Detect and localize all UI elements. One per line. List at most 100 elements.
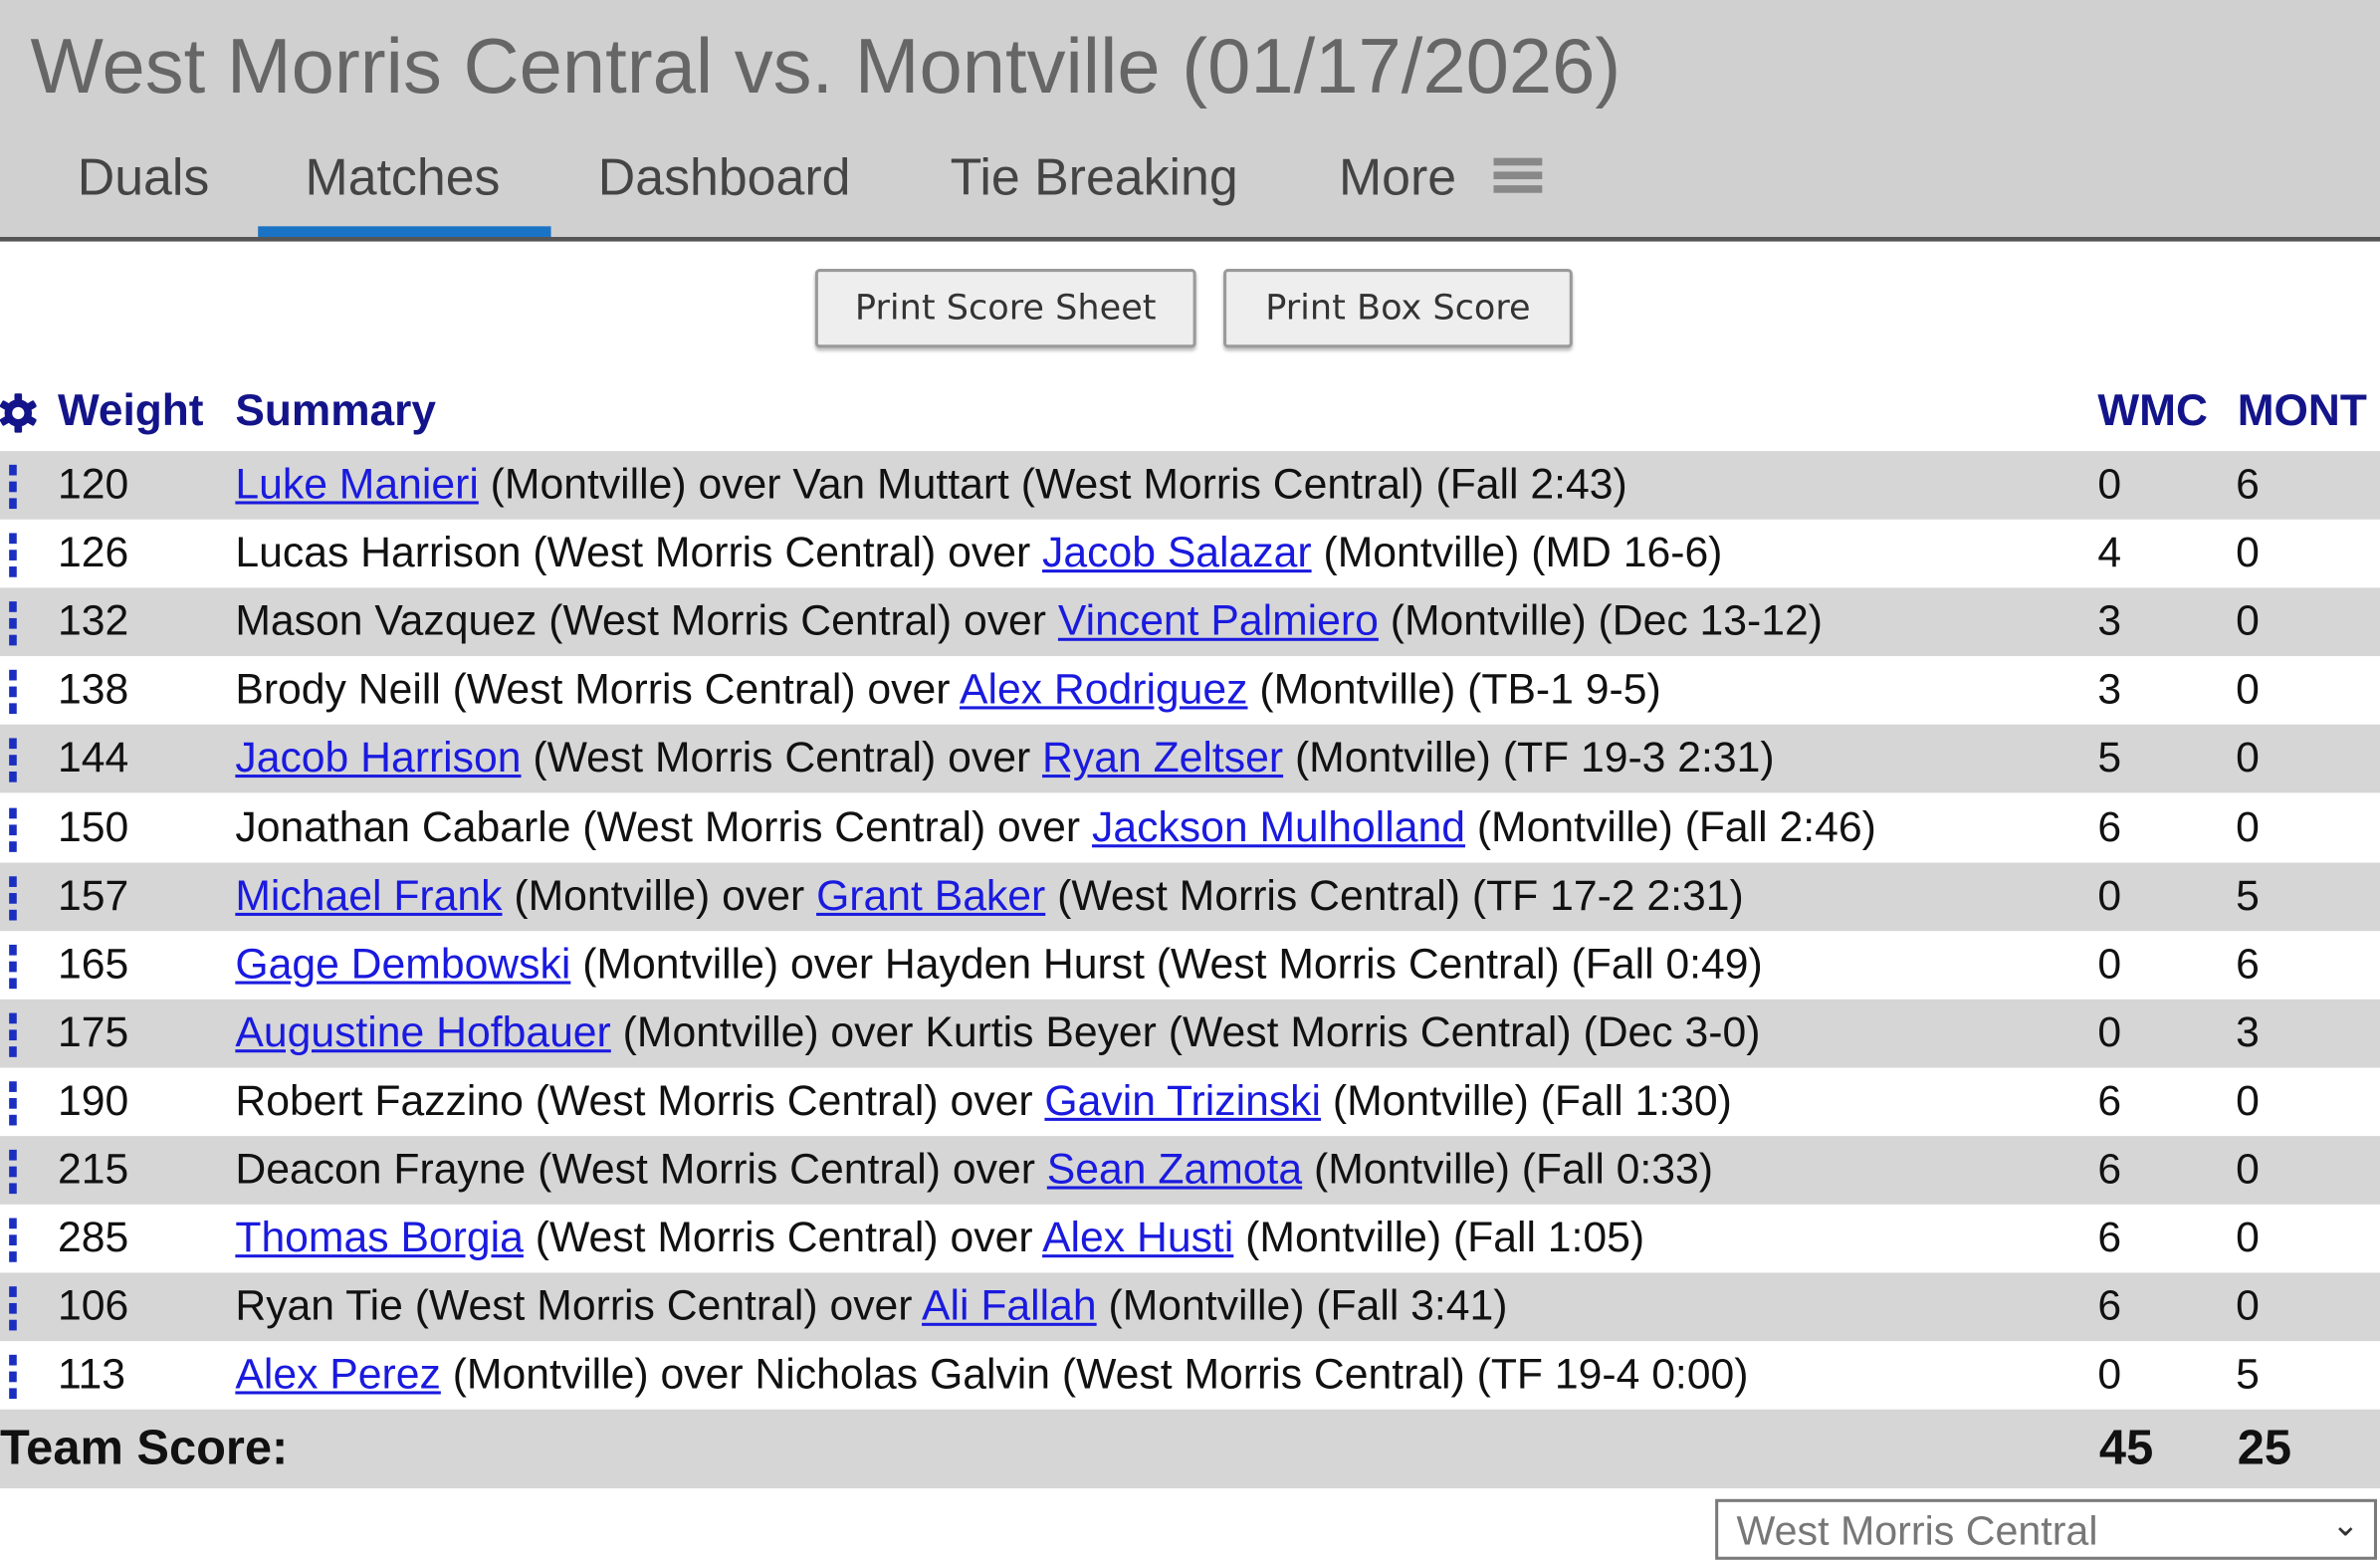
summary-cell: Luke Manieri (Montville) over Van Muttar…	[235, 460, 1626, 509]
vertical-dots-icon[interactable]	[9, 1012, 18, 1058]
summary-text: (Montville) (Fall 3:41)	[1096, 1281, 1508, 1330]
vertical-dots-icon[interactable]	[9, 1355, 18, 1401]
wrestler-link[interactable]: Alex Husti	[1042, 1214, 1233, 1260]
summary-text: (West Morris Central) (TF 17-2 2:31)	[1045, 871, 1744, 919]
summary-text: (West Morris Central) over	[523, 1214, 1043, 1261]
wrestler-link[interactable]: Jacob Salazar	[1042, 529, 1312, 575]
table-row: 150 Jonathan Cabarle (West Morris Central…	[0, 793, 2380, 862]
vertical-dots-icon[interactable]	[9, 875, 18, 922]
weight-cell: 106	[57, 1281, 129, 1330]
summary-cell: Ryan Tie (West Morris Central) over Ali …	[235, 1282, 1507, 1331]
weight-cell: 165	[57, 939, 129, 988]
summary-cell: Robert Fazzino (West Morris Central) ove…	[235, 1076, 1732, 1125]
summary-text: Lucas Harrison (West Morris Central) ove…	[235, 529, 1043, 576]
wmc-points-cell: 6	[2097, 1145, 2122, 1193]
mont-points-cell: 0	[2236, 802, 2260, 850]
weight-cell: 175	[57, 1007, 129, 1055]
print-box-score-button[interactable]: Print Box Score	[1223, 269, 1573, 348]
vertical-dots-icon[interactable]	[9, 806, 18, 853]
summary-text: (Montville) (Dec 13-12)	[1378, 596, 1823, 645]
tab-duals[interactable]: Duals	[78, 149, 210, 208]
tab-more[interactable]: More	[1339, 149, 1456, 208]
wrestler-link[interactable]: Sean Zamota	[1047, 1145, 1302, 1192]
weight-cell: 215	[57, 1145, 129, 1193]
table-row: 126 Lucas Harrison (West Morris Central) …	[0, 520, 2380, 588]
wrestler-link[interactable]: Augustine Hofbauer	[235, 1008, 610, 1055]
wrestler-link[interactable]: Grant Baker	[816, 871, 1045, 918]
weight-cell: 150	[57, 802, 129, 850]
summary-cell: Brody Neill (West Morris Central) over A…	[235, 666, 1660, 715]
table-row: 132 Mason Vazquez (West Morris Central) o…	[0, 587, 2380, 657]
wrestler-link[interactable]: Alex Rodriguez	[960, 666, 1248, 713]
mont-points-cell: 0	[2236, 596, 2260, 645]
page-title: West Morris Central vs. Montville (01/17…	[30, 22, 1622, 110]
vertical-dots-icon[interactable]	[9, 533, 18, 579]
vertical-dots-icon[interactable]	[9, 464, 18, 511]
wrestler-link[interactable]: Jacob Harrison	[235, 734, 521, 780]
vertical-dots-icon[interactable]	[9, 1149, 18, 1196]
wmc-points-cell: 3	[2097, 596, 2122, 645]
table-row: 165 Gage Dembowski (Montville) over Hayde…	[0, 931, 2380, 1000]
wrestler-link[interactable]: Gavin Trizinski	[1044, 1076, 1321, 1123]
mont-points-cell: 0	[2236, 1145, 2260, 1193]
wmc-points-cell: 5	[2097, 734, 2122, 781]
column-header-wmc: WMC	[2097, 387, 2208, 436]
weight-cell: 138	[57, 665, 129, 713]
summary-text: (Montville) over Hayden Hurst (West Morr…	[570, 939, 1763, 988]
header-bar: West Morris Central vs. Montville (01/17…	[0, 0, 2380, 242]
weight-cell: 113	[57, 1350, 126, 1399]
wmc-points-cell: 6	[2097, 1214, 2122, 1261]
active-tab-indicator	[258, 226, 551, 237]
wmc-points-cell: 0	[2097, 460, 2122, 508]
wrestler-link[interactable]: Thomas Borgia	[235, 1214, 524, 1260]
team-score-label: Team Score:	[0, 1420, 289, 1475]
chevron-down-icon: ⌄	[2331, 1504, 2360, 1544]
table-row: 144 Jacob Harrison (West Morris Central) …	[0, 725, 2380, 793]
summary-text: Ryan Tie (West Morris Central) over	[235, 1281, 923, 1330]
summary-text: Deacon Frayne (West Morris Central) over	[235, 1145, 1047, 1193]
summary-text: (Montville) (TF 19-3 2:31)	[1283, 734, 1775, 781]
wrestler-link[interactable]: Michael Frank	[235, 871, 502, 918]
summary-cell: Jonathan Cabarle (West Morris Central) o…	[235, 802, 1875, 851]
wrestler-link[interactable]: Alex Perez	[235, 1351, 440, 1398]
table-row: 285 Thomas Borgia (West Morris Central) o…	[0, 1205, 2380, 1273]
vertical-dots-icon[interactable]	[9, 1218, 18, 1264]
wmc-points-cell: 6	[2097, 1281, 2122, 1330]
wrestler-link[interactable]: Vincent Palmiero	[1058, 597, 1379, 644]
weight-cell: 144	[57, 734, 129, 781]
table-row: 113 Alex Perez (Montville) over Nicholas …	[0, 1342, 2380, 1411]
vertical-dots-icon[interactable]	[9, 670, 18, 716]
wmc-points-cell: 6	[2097, 802, 2122, 850]
summary-text: Robert Fazzino (West Morris Central) ove…	[235, 1076, 1045, 1124]
wrestler-link[interactable]: Jackson Mulholland	[1092, 802, 1465, 849]
wmc-points-cell: 0	[2097, 939, 2122, 988]
wrestler-link[interactable]: Ryan Zeltser	[1042, 734, 1283, 780]
tab-tie-breaking[interactable]: Tie Breaking	[951, 149, 1238, 208]
gear-icon[interactable]	[0, 393, 37, 433]
summary-cell: Jacob Harrison (West Morris Central) ove…	[235, 734, 1774, 782]
vertical-dots-icon[interactable]	[9, 601, 18, 647]
vertical-dots-icon[interactable]	[9, 739, 18, 784]
print-score-sheet-button[interactable]: Print Score Sheet	[814, 269, 1196, 348]
team-select[interactable]: West Morris Central ⌄	[1715, 1498, 2377, 1560]
summary-text: Mason Vazquez (West Morris Central) over	[235, 596, 1058, 645]
wrestler-link[interactable]: Luke Manieri	[235, 460, 478, 507]
mont-points-cell: 0	[2236, 734, 2260, 781]
vertical-dots-icon[interactable]	[9, 1286, 18, 1332]
weight-cell: 157	[57, 871, 129, 919]
vertical-dots-icon[interactable]	[9, 1081, 18, 1127]
tab-matches[interactable]: Matches	[306, 149, 501, 208]
mont-points-cell: 6	[2236, 939, 2260, 988]
summary-cell: Thomas Borgia (West Morris Central) over…	[235, 1214, 1644, 1262]
vertical-dots-icon[interactable]	[9, 944, 18, 990]
mont-points-cell: 5	[2236, 1350, 2260, 1399]
tab-dashboard[interactable]: Dashboard	[598, 149, 851, 208]
summary-cell: Michael Frank (Montville) over Grant Bak…	[235, 871, 1743, 920]
summary-text: (Montville) (Fall 0:33)	[1302, 1145, 1713, 1193]
mont-points-cell: 3	[2236, 1007, 2260, 1055]
table-row: 138 Brody Neill (West Morris Central) ove…	[0, 657, 2380, 726]
hamburger-icon[interactable]	[1493, 157, 1543, 195]
wrestler-link[interactable]: Gage Dembowski	[235, 940, 570, 987]
page: West Morris Central vs. Montville (01/17…	[0, 0, 2380, 1560]
wrestler-link[interactable]: Ali Fallah	[922, 1282, 1097, 1329]
